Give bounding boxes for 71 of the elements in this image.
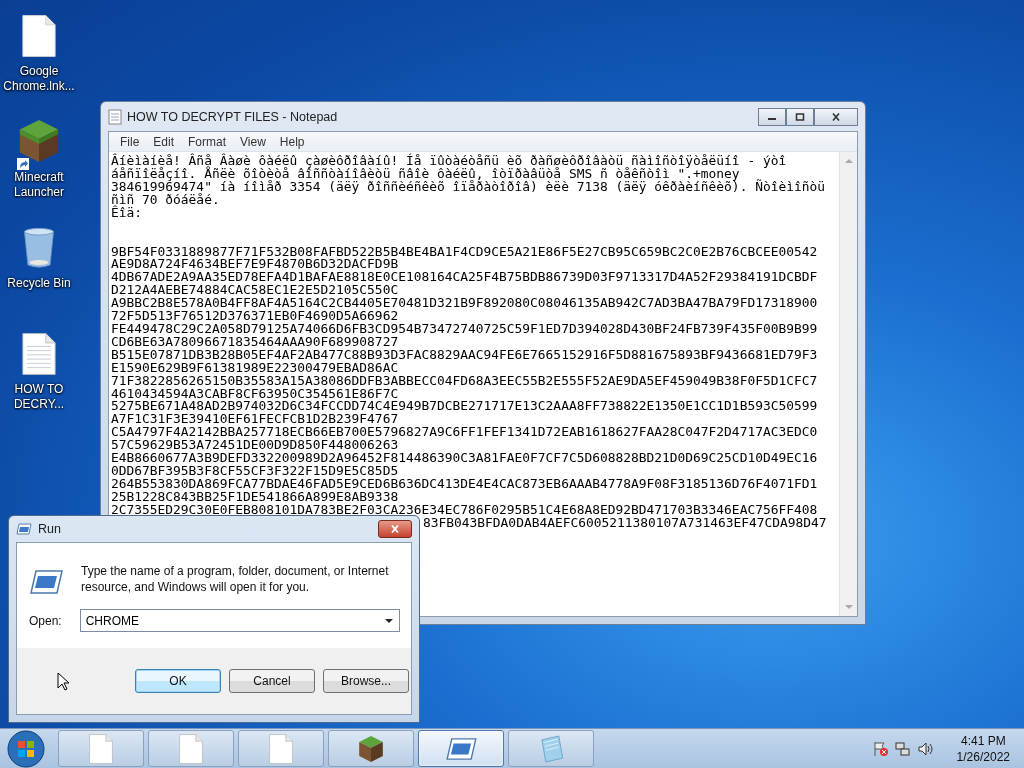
menu-item[interactable]: View — [233, 134, 273, 149]
open-combo-box[interactable]: CHROME — [79, 609, 400, 632]
text-line: 57C59629B53A72451DE00D9D850F448006263 — [111, 439, 400, 453]
text-line: C5A4797F4A2142BBA257718ECB66EB700E5796827A9C6FF1FEF1341D72EAB1618627FAA28C047F2D4717AC3EDC0 — [111, 426, 819, 440]
grass-block-icon[interactable] — [17, 118, 61, 164]
run-icon — [16, 523, 32, 535]
dialog-button[interactable]: Cancel — [229, 669, 315, 693]
window-title: Run — [38, 522, 62, 536]
mouse-cursor-icon — [57, 671, 69, 691]
text-line: 72F5D513F76512D376371EB0F4690D5A66962 — [111, 310, 400, 323]
text-line: 384619969474" íà íîìåð 3354 (äëÿ ðîññèéñêèõ îïåðàòîðîâ) èëè 7138 (äëÿ óêðàèíñêèõ). Ñòîèìîñòü — [111, 180, 826, 194]
grass-block-icon — [358, 733, 384, 764]
close-icon — [831, 113, 841, 121]
open-label: Open: — [29, 613, 62, 628]
close-icon — [390, 525, 400, 533]
text-line: B515E07871DB3B28B05EF4AF2AB477C88B93D3FAC8829AAC94FE6E7665152916F5D881675893BF9436681ED79F3 — [111, 348, 819, 362]
icon-label[interactable]: Minecraft Launcher — [1, 170, 77, 200]
text-line: AE9D8A724F4634BEF7E9F4870B6D32DACFD9B — [111, 258, 400, 272]
recycle-bin-icon[interactable] — [22, 226, 56, 270]
speaker-icon[interactable] — [916, 740, 933, 757]
menu-item[interactable]: Edit — [146, 134, 182, 149]
run-icon — [29, 569, 63, 595]
minimize-button[interactable] — [758, 108, 786, 126]
text-line: áåñïîëåçíî. Åñëè õîòèòå âîññòàíîâèòü ñâîè ôàéëû, îòïðàâüòå SMS ñ òåêñòîì ".+money — [111, 167, 741, 181]
icon-label[interactable]: Recycle Bin — [1, 276, 77, 291]
icon-label[interactable]: HOW TO DECRY... — [1, 382, 77, 412]
flag-warning-icon[interactable] — [872, 740, 889, 757]
text-line: 4610434594A3CABF8CF63950C354561E86F7C — [111, 387, 400, 401]
document-icon — [88, 733, 114, 764]
taskbar-button[interactable] — [328, 730, 414, 767]
document-icon[interactable] — [22, 14, 56, 58]
menu-item[interactable]: Help — [272, 134, 312, 149]
text-line: A7F1C31F3E39410EF61FECFCB1D2B239F4767 — [111, 413, 400, 427]
start-button[interactable] — [6, 728, 46, 768]
taskbar-button[interactable] — [418, 730, 504, 767]
text-line: E1590E629B9F61381989E22300479EBAD86AC — [111, 361, 400, 375]
menu-item[interactable]: File — [113, 134, 147, 149]
text-line: 71F3822856265150B35583A15A38086DDFB3ABBECC04FD68A3EEC55B2E555F52AE9DA5EF459049B38F0F5D1CFC7 — [111, 374, 819, 388]
text-line: 0DD67BF395B3F8CF55CF3F322F15D9E5C85D5 — [111, 464, 400, 478]
icon-label[interactable]: Google Chrome.lnk... — [1, 64, 77, 94]
text-line: 264B553830DA869FCA77BDAE46FAD5E9CED6B636DC413DE4E4CAC873EB6AAAB4778A9F08F3185136D76F4071FD1 — [111, 477, 819, 491]
text-line: 25B1228C843BB25F1DE541866A899E8AB9338 — [111, 490, 400, 504]
maximize-button[interactable] — [786, 108, 814, 126]
menu-item[interactable]: Format — [181, 134, 234, 149]
dialog-description: Type the name of a program, folder, document, or Internet resource, and Windows will open it for you. — [81, 563, 390, 595]
text-document-icon[interactable] — [22, 332, 56, 376]
dialog-button[interactable]: Browse... — [323, 669, 409, 693]
notepad-icon — [538, 733, 564, 764]
document-icon — [178, 733, 204, 764]
text-line: A9BBC2B8E578A0B4FF8AF4A5164C2CB4405E70481D321B9F892080C08046135AB942C7AD3BA47BA79FD17318900 — [111, 297, 819, 311]
text-line: 2C7355ED29C30E0FEB808101DA783BE2F03CA236E34EC786F0295B51C4E68A8ED92BD471703B3346EAC756FF408 — [111, 503, 819, 517]
text-line: D212A4AEBE74884CAC58EC1E2E5D2105C550C — [111, 284, 400, 298]
text-line: CD6BE63A78096671835464AAA90F689908727 — [111, 335, 400, 349]
text-line: 5275BE671A48AD2B974032D6C34FCCDD74C4E949B7DCBE271717E13C2AAA8FF738822E1350E1CC1D1B593C50599 — [111, 400, 819, 414]
close-button[interactable] — [378, 520, 412, 538]
clock-time[interactable]: 4:41 PM — [960, 732, 1006, 749]
network-icon[interactable] — [894, 740, 911, 757]
text-line: E4B8660677A3B9DEFD332200989D2A96452F814486390C3A81FAE0F7CF7C5D608828BD21D0D69C25CD10D49EC16 — [111, 452, 819, 465]
text-line: FE449478C29C2A058D79125A74066D6FB3CD954B73472740725C59F1ED7D394028D430BF24FB739F435F00B9B99 — [111, 322, 819, 336]
close-button[interactable] — [814, 108, 858, 126]
notepad-icon — [108, 108, 122, 125]
text-line: 9BF54F0331889877F71F532B08FAFBD522B5B4BE4BA1F4CD9CE5A21E86F5E27CB95C659BC2C0E2B76CBCEE00542 — [111, 245, 819, 259]
run-icon — [445, 736, 477, 761]
window-title: HOW TO DECRYPT FILES - Notepad — [127, 109, 339, 124]
text-line: 83FB043BFDA0DAB4AEFC6005211380107A731463EF47CDA98D47 — [423, 516, 827, 530]
caret-icon[interactable] — [384, 619, 393, 623]
dialog-button[interactable]: OK — [135, 669, 221, 693]
clock-date[interactable]: 1/26/2022 — [956, 748, 1010, 765]
maximize-icon — [795, 113, 805, 121]
text-line: 4DB67ADE2A9AA35ED78EFA4D1BAFAE8818E0CE108164CA25F4B75BDB86739D03F9713317D4A52F29384191DCBDF — [111, 271, 819, 285]
document-icon — [268, 733, 294, 764]
